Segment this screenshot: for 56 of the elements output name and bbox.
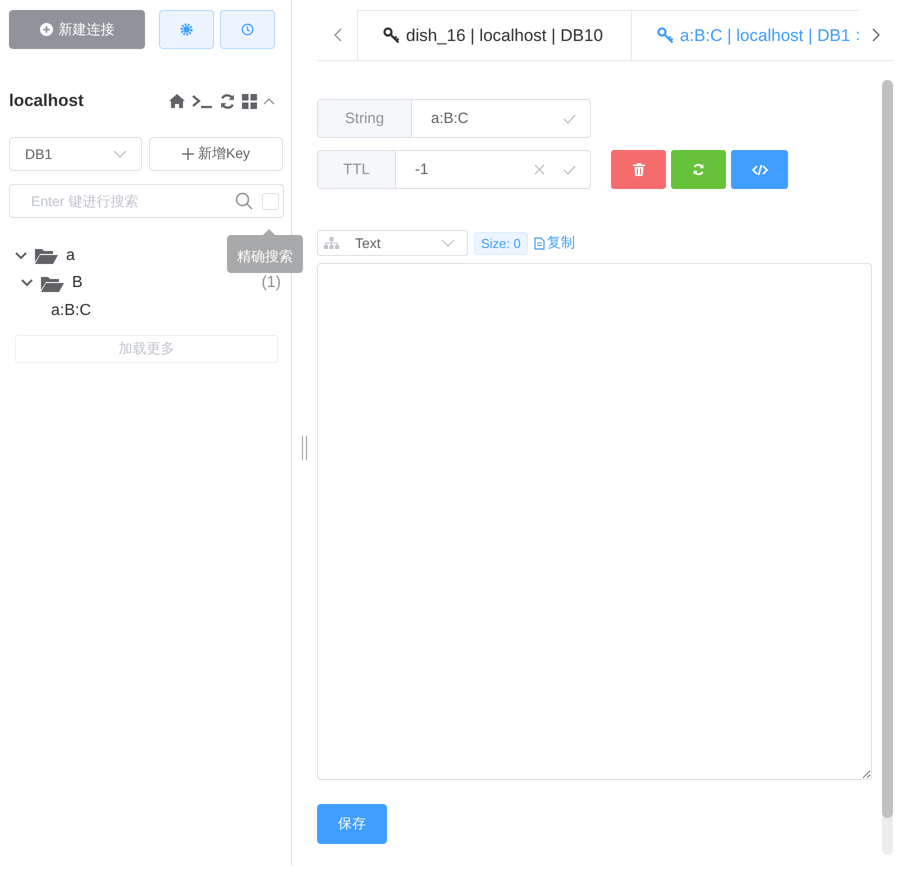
folder-icon: [41, 274, 64, 292]
plus-circle-icon: [40, 23, 52, 36]
ttl-field[interactable]: TTL -1: [317, 150, 591, 189]
key-name-value: a:B:C: [431, 110, 470, 127]
tooltip-arrow: [263, 229, 275, 235]
ttl-label: TTL: [318, 151, 396, 188]
chevron-down-icon: [113, 150, 127, 158]
chevron-left-icon[interactable]: [334, 28, 342, 42]
connection-name[interactable]: localhost: [9, 91, 168, 111]
db-select[interactable]: DB1: [9, 137, 142, 171]
key-tab[interactable]: dish_16 | localhost | DB10: [357, 11, 632, 60]
size-tag: Size: 0: [474, 232, 528, 254]
chevron-up-icon[interactable]: [263, 97, 275, 105]
search-box[interactable]: Enter 键进行搜索: [9, 184, 284, 218]
format-select[interactable]: Text: [317, 230, 468, 256]
refresh-icon[interactable]: [219, 92, 236, 110]
new-connection-button[interactable]: 新建连接: [9, 10, 145, 49]
ttl-value: -1: [415, 161, 430, 178]
clock-icon: [241, 23, 254, 36]
refresh-icon: [692, 163, 705, 176]
code-button[interactable]: [731, 150, 788, 189]
gear-icon: [180, 23, 193, 36]
code-icon: [752, 164, 768, 176]
clear-icon[interactable]: [534, 164, 545, 175]
trash-icon: [632, 163, 644, 176]
key-icon: [383, 27, 400, 44]
grid-icon[interactable]: [242, 94, 257, 108]
scrollbar[interactable]: [882, 80, 893, 855]
home-icon[interactable]: [168, 93, 186, 109]
tooltip: 精确搜索: [227, 235, 303, 273]
check-icon[interactable]: [563, 164, 576, 174]
settings-button[interactable]: [159, 10, 214, 49]
refresh-button[interactable]: [671, 150, 726, 189]
key-count: (1): [261, 274, 281, 292]
chevron-right-icon[interactable]: [872, 28, 880, 42]
history-button[interactable]: [220, 10, 275, 49]
chevron-down-icon: [441, 239, 455, 247]
key-icon: [656, 27, 674, 44]
document-icon: [534, 236, 545, 250]
check-icon[interactable]: [563, 114, 576, 124]
exact-search-checkbox[interactable]: [262, 192, 279, 210]
resize-handle[interactable]: [302, 436, 307, 460]
key-type-label: String: [318, 100, 412, 137]
tree-folder-label[interactable]: a: [66, 246, 75, 265]
search-icon[interactable]: [235, 192, 253, 210]
chevron-down-icon[interactable]: [15, 252, 27, 260]
tree-folder-label[interactable]: B: [72, 274, 83, 292]
sitemap-icon: [324, 237, 339, 249]
plus-icon: [182, 148, 194, 160]
add-key-button[interactable]: 新增Key: [149, 137, 283, 171]
folder-icon: [35, 247, 58, 264]
key-name-field[interactable]: String a:B:C: [317, 99, 591, 138]
terminal-icon[interactable]: [192, 93, 213, 109]
delete-button[interactable]: [611, 150, 666, 189]
chevron-down-icon[interactable]: [21, 279, 33, 288]
tree-key-item[interactable]: a:B:C: [27, 302, 92, 320]
